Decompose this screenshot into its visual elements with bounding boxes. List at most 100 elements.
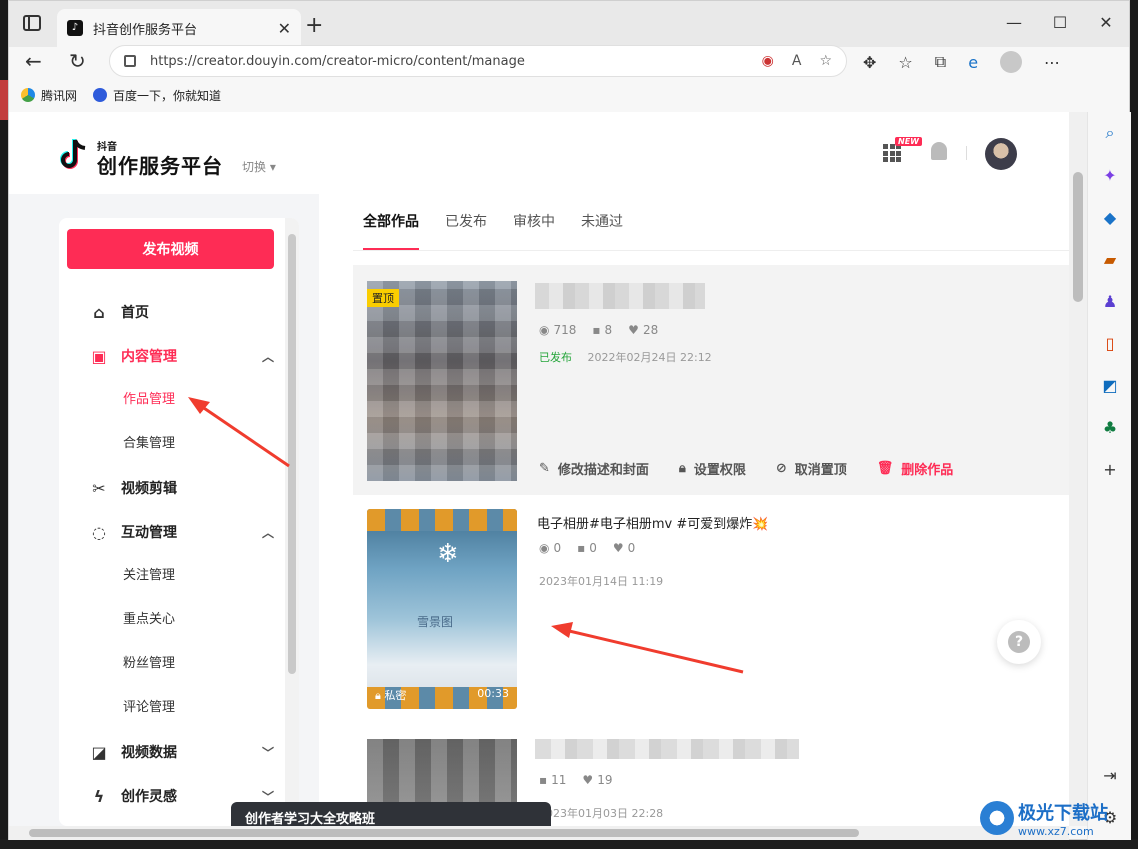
help-button[interactable]: ? xyxy=(997,620,1041,664)
ie-mode-icon[interactable]: e xyxy=(968,53,978,72)
collections-icon[interactable]: ⧉ xyxy=(935,52,946,72)
work-thumbnail[interactable]: ❄ 雪景图 🔒︎ 私密 00:33 xyxy=(367,509,517,709)
new-badge: NEW xyxy=(895,137,922,146)
url-field[interactable]: https://creator.douyin.com/creator-micro… xyxy=(109,45,847,77)
unpin-button[interactable]: ⊘ 取消置顶 xyxy=(776,459,847,478)
tab-actions-icon[interactable] xyxy=(23,15,41,31)
set-permission-button[interactable]: 🔒︎ 设置权限 xyxy=(679,459,746,478)
work-card: ❄ 雪景图 🔒︎ 私密 00:33 电子相册#电子相册mv #可爱到爆炸💥 ◉ 0… xyxy=(353,509,1069,724)
back-icon[interactable]: ← xyxy=(25,49,42,73)
collapse-sidebar-icon[interactable]: ⇥ xyxy=(1088,754,1132,796)
refresh-icon[interactable]: ↻ xyxy=(69,49,86,73)
browser-window: ♪ 抖音创作服务平台 ✕ + — ☐ ✕ ← ↻ https://creator… xyxy=(8,0,1132,840)
url-text[interactable]: https://creator.douyin.com/creator-micro… xyxy=(150,54,762,69)
vertical-scroll-thumb[interactable] xyxy=(1073,172,1083,302)
copilot-icon[interactable]: ✦ xyxy=(1088,154,1132,196)
douyin-logo-icon[interactable] xyxy=(59,138,89,172)
close-window-icon[interactable]: ✕ xyxy=(1083,1,1129,43)
nav-item-edit[interactable]: ✂ 视频剪辑 xyxy=(59,466,284,510)
nav-item-interaction[interactable]: ◌ 互动管理 ︿ xyxy=(59,510,284,554)
nav-item-data[interactable]: ◪ 视频数据 ﹀ xyxy=(59,730,284,774)
heart-icon: ♥ xyxy=(582,773,594,787)
tab-rejected[interactable]: 未通过 xyxy=(581,194,623,250)
tencent-icon xyxy=(21,88,35,102)
tab-all[interactable]: 全部作品 xyxy=(363,194,419,250)
tab-bar: ♪ 抖音创作服务平台 ✕ + — ☐ ✕ xyxy=(9,1,1129,47)
favorite-baidu[interactable]: 百度一下，你就知道 xyxy=(93,87,221,104)
star-border-top xyxy=(367,509,517,531)
lock-icon[interactable] xyxy=(124,55,136,67)
shopping-tag-icon[interactable]: ◆ xyxy=(1088,196,1132,238)
works-tabs: 全部作品 已发布 审核中 未通过 xyxy=(363,194,623,250)
apps-grid-icon[interactable] xyxy=(883,144,901,162)
tab-published[interactable]: 已发布 xyxy=(445,194,487,250)
maximize-icon[interactable]: ☐ xyxy=(1037,1,1083,43)
tree-icon[interactable]: ♣ xyxy=(1088,406,1132,448)
pencil-icon: ✎ xyxy=(539,461,550,476)
nav-item-comments[interactable]: 评论管理 xyxy=(59,686,284,730)
nav-item-focus[interactable]: 重点关心 xyxy=(59,598,284,642)
eye-icon: ◉ xyxy=(539,541,550,555)
edit-cover-button[interactable]: ✎ 修改描述和封面 xyxy=(539,459,649,478)
work-title[interactable]: 电子相册#电子相册mv #可爱到爆炸💥 xyxy=(537,513,768,532)
avatar[interactable] xyxy=(985,138,1017,170)
content-panel: 全部作品 已发布 审核中 未通过 置顶 ◉ 718 ▪ 8 ♥ 28 已发布 2… xyxy=(319,194,1069,826)
work-status: 2023年01月03日 22:28 xyxy=(539,805,663,821)
home-icon: ⌂ xyxy=(93,302,105,322)
page-vertical-scrollbar[interactable] xyxy=(1069,112,1087,826)
tracking-icon[interactable]: ◉ xyxy=(762,53,774,69)
bolt-icon: ϟ xyxy=(93,786,105,806)
extensions-icon[interactable]: ✥ xyxy=(863,53,876,72)
switch-dropdown[interactable]: 切换 ▾ xyxy=(242,158,276,175)
heart-icon: ♥ xyxy=(612,541,624,555)
more-icon[interactable]: ⋯ xyxy=(1044,53,1060,72)
bell-icon[interactable] xyxy=(931,142,947,160)
nav-item-works[interactable]: 作品管理 xyxy=(59,378,284,422)
privacy-label: 🔒︎ 私密 xyxy=(375,689,407,702)
browser-tab[interactable]: ♪ 抖音创作服务平台 ✕ xyxy=(57,9,301,47)
close-tab-icon[interactable]: ✕ xyxy=(278,19,291,38)
nav-item-collections[interactable]: 合集管理 xyxy=(59,422,284,466)
chevron-up-icon[interactable]: ︿ xyxy=(262,348,274,365)
question-icon: ? xyxy=(1008,631,1030,653)
publish-video-button[interactable]: 发布视频 xyxy=(67,229,274,269)
nav-item-follow[interactable]: 关注管理 xyxy=(59,554,284,598)
watermark-url: www.xz7.com xyxy=(1018,824,1094,838)
logo-text: 创作服务平台 xyxy=(97,154,223,178)
nav-scroll-thumb[interactable] xyxy=(288,234,296,674)
pin-badge: 置顶 xyxy=(367,289,399,307)
add-icon[interactable]: + xyxy=(1088,448,1132,490)
learning-toast[interactable]: 创作者学习大全攻略班 xyxy=(231,802,551,826)
games-icon[interactable]: ♟ xyxy=(1088,280,1132,322)
watermark-logo-icon xyxy=(980,801,1014,835)
read-aloud-icon[interactable]: A xyxy=(792,53,802,69)
outlook-icon[interactable]: ◩ xyxy=(1088,364,1132,406)
thumbnail-meta: 🔒︎ 私密 00:33 xyxy=(375,687,509,703)
ban-icon: ⊘ xyxy=(775,461,787,476)
horizontal-scroll-thumb[interactable] xyxy=(29,829,859,837)
favorite-tencent[interactable]: 腾讯网 xyxy=(21,87,77,104)
chevron-up-icon[interactable]: ︿ xyxy=(262,524,274,541)
comment-icon: ▪ xyxy=(539,773,548,787)
nav-item-content[interactable]: ▣ 内容管理 ︿ xyxy=(59,334,284,378)
minimize-icon[interactable]: — xyxy=(991,1,1037,43)
favorites-icon[interactable]: ☆ xyxy=(898,53,912,72)
delete-work-button[interactable]: 🗑︎ 删除作品 xyxy=(877,459,954,478)
chevron-down-icon[interactable]: ﹀ xyxy=(262,744,274,761)
profile-icon[interactable] xyxy=(1000,51,1023,73)
left-navigation: 发布视频 ⌂ 首页 ▣ 内容管理 ︿ 作品管理 合集管理 ✂ 视频剪辑 ◌ 互动… xyxy=(59,218,299,826)
page-horizontal-scrollbar[interactable] xyxy=(9,826,1069,840)
site-header: 抖音 创作服务平台 切换 ▾ NEW xyxy=(9,112,1069,194)
tab-divider xyxy=(353,250,1069,251)
new-tab-icon[interactable]: + xyxy=(305,13,323,38)
search-icon[interactable]: ⌕ xyxy=(1088,112,1132,154)
tools-icon[interactable]: ▰ xyxy=(1088,238,1132,280)
nav-item-home[interactable]: ⌂ 首页 xyxy=(59,290,284,334)
add-favorite-icon[interactable]: ☆ xyxy=(819,53,832,69)
work-thumbnail[interactable]: 置顶 xyxy=(367,281,517,481)
work-actions: ✎ 修改描述和封面 🔒︎ 设置权限 ⊘ 取消置顶 🗑︎ 删除作品 xyxy=(539,459,953,478)
nav-item-fans[interactable]: 粉丝管理 xyxy=(59,642,284,686)
nav-scrollbar[interactable] xyxy=(285,218,299,826)
tab-reviewing[interactable]: 审核中 xyxy=(513,194,555,250)
office-icon[interactable]: ▯ xyxy=(1088,322,1132,364)
